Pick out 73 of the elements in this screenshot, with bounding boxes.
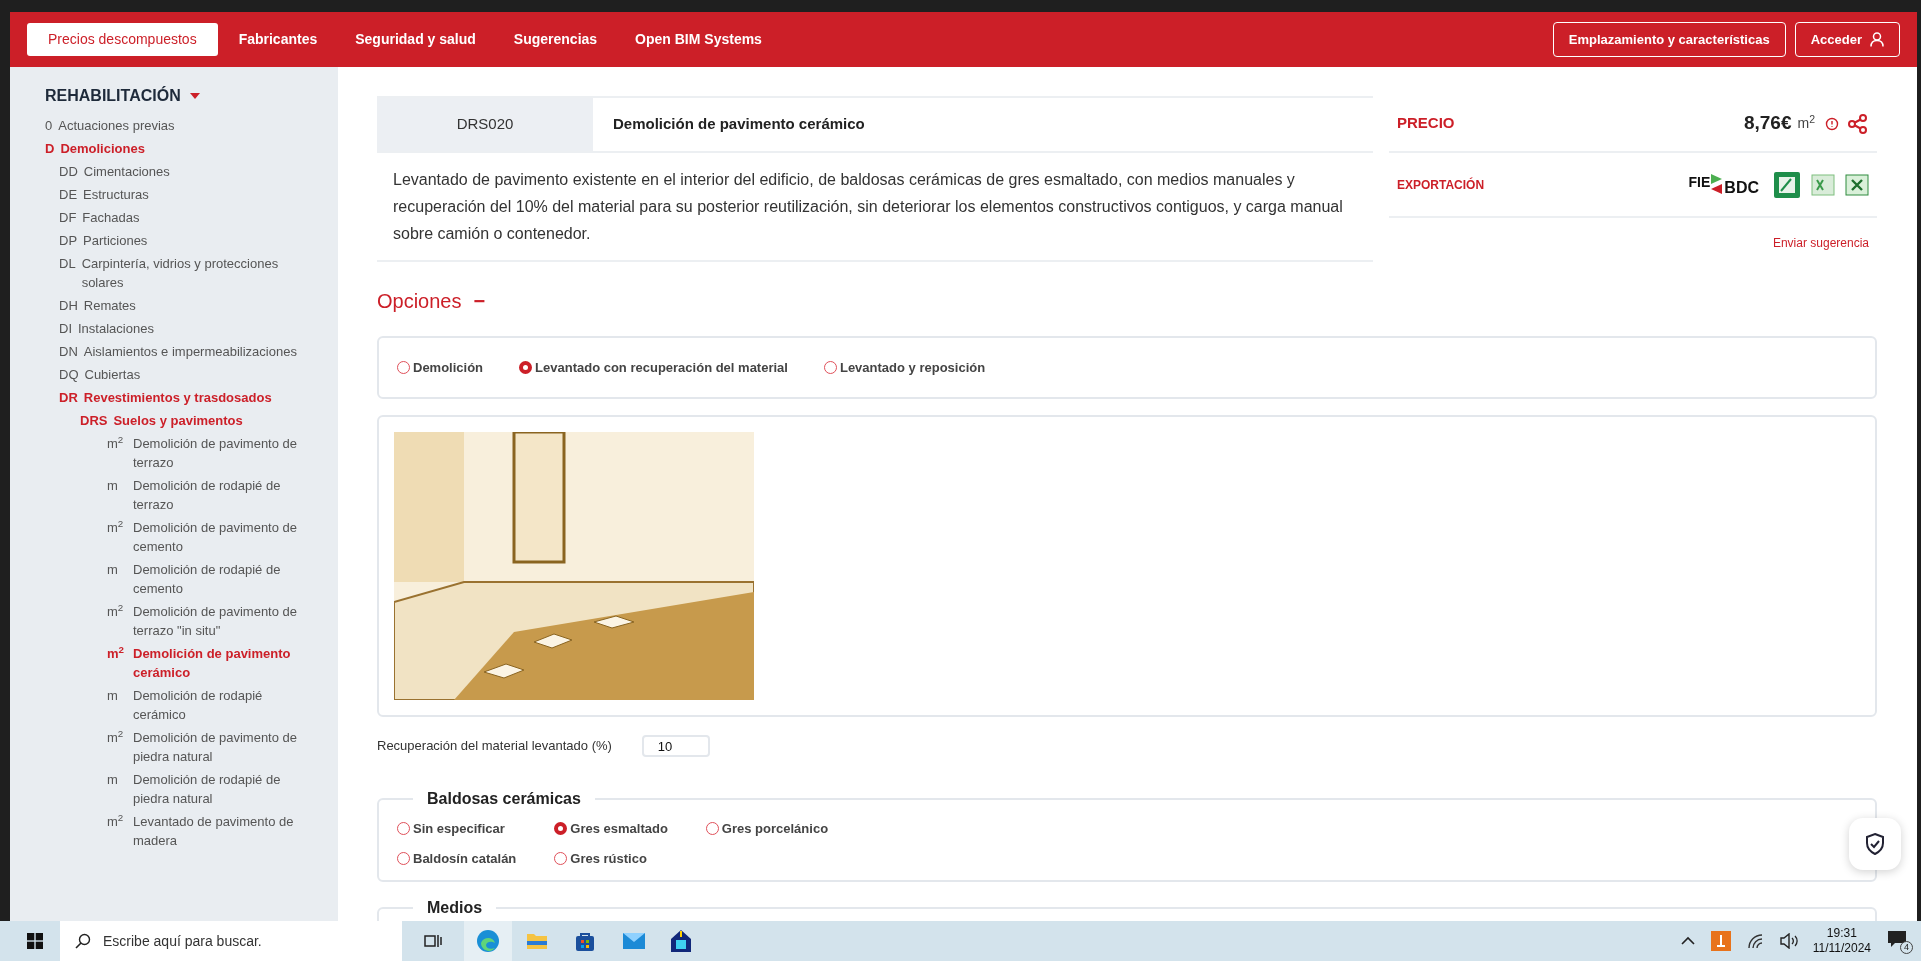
caret-icon[interactable] xyxy=(188,92,201,100)
clock-time: 19:31 xyxy=(1826,926,1857,941)
sidebar-item[interactable]: DE Estructuras xyxy=(45,183,316,206)
spreadsheet-icon[interactable] xyxy=(1845,172,1869,197)
sidebar-item[interactable]: DF Fachadas xyxy=(45,206,316,229)
nav-tab[interactable]: Open BIM Systems xyxy=(618,23,779,56)
sidebar-item[interactable]: DP Particiones xyxy=(45,229,316,252)
collapse-toggle[interactable]: − xyxy=(473,291,486,311)
search-icon xyxy=(75,933,91,949)
sidebar-item[interactable]: DQ Cubiertas xyxy=(45,363,316,386)
app-tray-icon[interactable] xyxy=(1710,931,1731,951)
location-button[interactable]: Emplazamiento y características xyxy=(1552,22,1786,57)
nav-tab[interactable]: Fabricantes xyxy=(221,23,335,56)
price-unit: m$^{2}$ xyxy=(1797,113,1815,133)
sidebar-item[interactable]: D Demoliciones xyxy=(45,137,316,160)
mail-icon[interactable] xyxy=(622,931,646,951)
price-label: PRECIO xyxy=(1397,113,1455,134)
clock-date: 11/11/2024 xyxy=(1812,941,1871,956)
notification-count: 4 xyxy=(1900,941,1913,954)
sidebar-item[interactable]: DI Instalaciones xyxy=(45,317,316,340)
export-label: EXPORTACIÓN xyxy=(1397,176,1485,194)
notification-icon[interactable] xyxy=(1887,930,1907,948)
sidebar-item[interactable]: m$^{2}$ Demolición de pavimento de terrazo "in situ" xyxy=(45,600,316,642)
field-label: Recuperación del material levantado (%) xyxy=(377,737,612,756)
browser-icon[interactable] xyxy=(476,929,500,953)
radio-option[interactable]: Demolición xyxy=(397,357,484,378)
spreadsheet-icon[interactable] xyxy=(1811,172,1835,197)
app-house-icon[interactable] xyxy=(670,929,692,953)
recovery-percent-input[interactable]: 10 xyxy=(641,735,710,757)
group-legend: Medios xyxy=(413,896,497,920)
sidebar-item[interactable]: m$^{2}$ Demolición de pavimento cerámico xyxy=(45,642,316,684)
item-code: DRS020 xyxy=(377,98,593,151)
radio-option[interactable]: Gres rústico xyxy=(554,848,668,868)
sidebar-item[interactable]: DH Remates xyxy=(45,294,316,317)
price-value: 8,76€ xyxy=(1743,111,1792,136)
store-bag-icon[interactable] xyxy=(574,930,596,952)
nav-tab[interactable]: Sugerencias xyxy=(496,23,615,56)
radio-option[interactable]: Sin especificar xyxy=(397,819,517,839)
windows-start-icon[interactable] xyxy=(27,933,43,949)
security-shield-button[interactable] xyxy=(1849,818,1901,870)
options-heading: Opciones xyxy=(377,289,462,314)
sidebar-item[interactable]: DL Carpintería, vidrios y protecciones solares xyxy=(45,252,316,294)
radio-option[interactable]: Gres esmaltado xyxy=(554,819,668,839)
item-title: Demolición de pavimento cerámico xyxy=(612,114,866,135)
network-icon[interactable] xyxy=(1746,933,1765,949)
chevron-up-icon[interactable] xyxy=(1680,936,1695,946)
volume-icon[interactable] xyxy=(1778,933,1799,949)
sidebar-item[interactable]: DD Cimentaciones xyxy=(45,160,316,183)
sidebar-item[interactable]: DN Aislamientos e impermeabilizaciones xyxy=(45,340,316,363)
taskbar-search-field[interactable]: Escribe aquí para buscar. xyxy=(60,921,402,961)
group-legend: Baldosas cerámicas xyxy=(413,787,595,811)
item-description: Levantado de pavimento existente en el interior del edificio, de baldosas cerámicas de gres esmaltado, con medios manuales y recuperación del 10% del material para su posterior reutilización, sin deteriorar los elementos constructivos contiguos, y carga manual sobre camión o contenedor. xyxy=(377,153,1373,262)
radio-option[interactable]: Levantado con recuperación del material xyxy=(519,357,788,378)
folder-icon[interactable] xyxy=(526,931,548,951)
radio-option[interactable]: Levantado y reposición xyxy=(823,357,986,378)
send-suggestion-link[interactable]: Enviar sugerencia xyxy=(1772,234,1869,252)
sidebar-item[interactable]: m$^{2}$ Levantado de pavimento de madera xyxy=(45,810,316,852)
sidebar-item[interactable]: DR Revestimientos y trasdosados xyxy=(45,386,316,409)
sidebar-item[interactable]: DRS Suelos y pavimentos xyxy=(45,409,316,432)
share-icon[interactable] xyxy=(1847,112,1869,135)
sidebar-title: REHABILITACIÓN xyxy=(45,85,181,106)
nav-tab[interactable]: Seguridad y salud xyxy=(338,23,493,56)
radio-option[interactable]: Baldosín catalán xyxy=(397,848,517,868)
sidebar-item[interactable]: 0 Actuaciones previas xyxy=(45,114,316,137)
radio-option[interactable]: Gres porcelánico xyxy=(705,819,829,839)
shield-check-icon xyxy=(1864,832,1886,856)
user-icon xyxy=(1870,32,1884,47)
info-icon[interactable] xyxy=(1825,116,1839,131)
task-view-icon[interactable] xyxy=(424,933,442,949)
fiebdc-export-logo[interactable]: FIE BDC xyxy=(1688,173,1759,196)
spreadsheet-icon[interactable] xyxy=(1773,170,1801,199)
nav-tab[interactable]: Precios descompuestos xyxy=(27,23,218,56)
login-button[interactable]: Acceder xyxy=(1794,22,1900,57)
